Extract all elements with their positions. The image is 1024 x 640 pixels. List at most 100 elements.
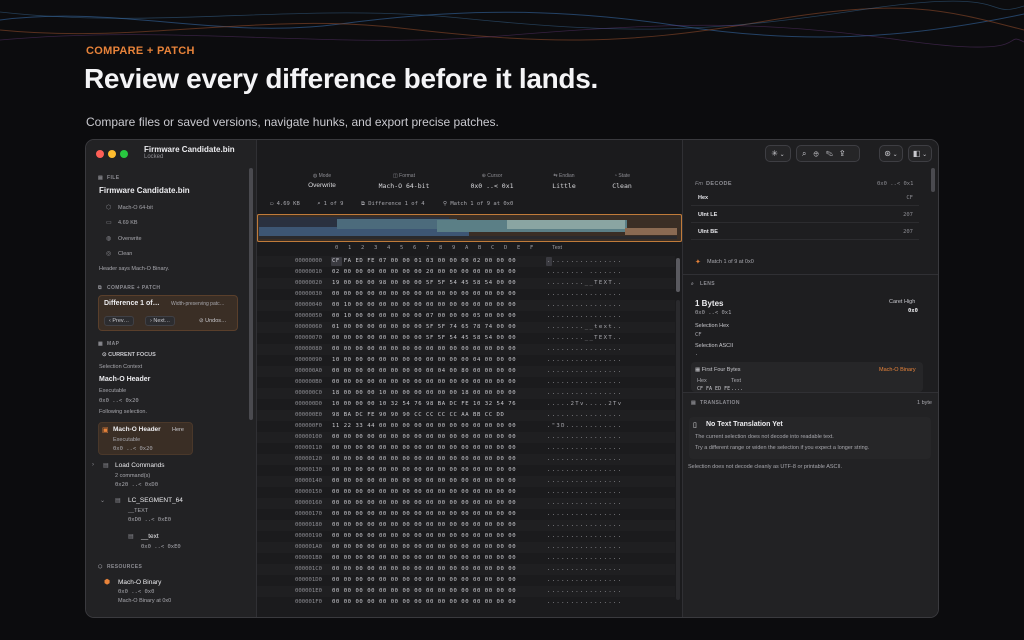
hex-row[interactable]: 00000170 00 00 00 00 00 00 00 00 00 00 00… xyxy=(257,509,675,520)
hex-row[interactable]: 00000090 10 00 00 00 00 00 00 00 00 00 00… xyxy=(257,355,675,366)
hex-ascii[interactable]: ................ xyxy=(547,542,622,553)
hex-row[interactable]: 00000110 00 00 00 00 00 00 00 00 00 00 00… xyxy=(257,443,675,454)
hex-row[interactable]: 000001B0 00 00 00 00 00 00 00 00 00 00 00… xyxy=(257,553,675,564)
minimize-window-button[interactable] xyxy=(108,150,116,158)
undo-button[interactable]: ⊘ Undos… xyxy=(199,318,227,324)
hex-bytes[interactable]: 10 00 00 00 10 32 54 76 98 BA DC FE 10 3… xyxy=(332,399,532,410)
hex-row[interactable]: 00000070 00 00 00 00 00 00 00 00 5F 5F 54… xyxy=(257,333,675,344)
hex-ascii[interactable]: ................ xyxy=(547,597,622,608)
hex-bytes[interactable]: 00 00 00 00 00 00 00 00 00 00 00 00 00 0… xyxy=(332,531,532,542)
hex-row[interactable]: 00000140 00 00 00 00 00 00 00 00 00 00 00… xyxy=(257,476,675,487)
hex-row[interactable]: 000000C0 18 00 00 00 10 00 00 00 00 00 00… xyxy=(257,388,675,399)
hex-ascii[interactable]: ........__TEXT.. xyxy=(547,278,622,289)
hex-row[interactable]: 000000D0 10 00 00 00 10 32 54 76 98 BA DC… xyxy=(257,399,675,410)
hex-bytes[interactable]: 18 00 00 00 10 00 00 00 00 00 00 18 00 0… xyxy=(332,388,532,399)
hex-bytes[interactable]: 00 00 00 00 00 00 00 00 00 00 00 00 00 0… xyxy=(332,289,532,300)
hex-ascii[interactable]: ................ xyxy=(547,300,622,311)
hex-bytes[interactable]: 00 00 00 00 00 00 00 00 00 00 00 00 00 0… xyxy=(332,344,532,355)
hex-ascii[interactable]: ................ xyxy=(547,388,622,399)
hex-ascii[interactable]: .....2Tv.....2Tv xyxy=(547,399,622,410)
section-item[interactable]: __text xyxy=(141,533,159,540)
hex-row[interactable]: 000001F0 00 00 00 00 00 00 00 00 00 00 00… xyxy=(257,597,675,608)
crosshair-icon[interactable]: ⊕ xyxy=(813,149,825,158)
hex-row[interactable]: 00000080 00 00 00 00 00 00 00 00 00 00 00… xyxy=(257,344,675,355)
hex-bytes[interactable]: 00 00 00 00 00 00 00 00 00 00 00 00 00 0… xyxy=(332,443,532,454)
spinner-menu-button[interactable]: ✳ ⌄ xyxy=(765,145,791,162)
hex-ascii[interactable]: ................ xyxy=(547,487,622,498)
load-commands-item[interactable]: Load Commands xyxy=(115,462,165,469)
chevron-right-icon[interactable]: › xyxy=(92,462,94,468)
hex-ascii[interactable]: ................ xyxy=(547,344,622,355)
hex-bytes[interactable]: 00 00 00 00 00 00 00 00 00 00 00 00 00 0… xyxy=(332,586,532,597)
hex-ascii[interactable]: ................ xyxy=(547,553,622,564)
hex-bytes[interactable]: CF FA ED FE 07 00 00 01 03 00 00 00 02 0… xyxy=(332,256,532,267)
hex-bytes[interactable]: 00 00 00 00 00 00 00 00 00 00 00 00 00 0… xyxy=(332,575,532,586)
hex-row[interactable]: 00000120 00 00 00 00 00 00 00 00 00 00 00… xyxy=(257,454,675,465)
share-icon[interactable]: ⇪ xyxy=(840,149,852,158)
hex-row[interactable]: 00000150 00 00 00 00 00 00 00 00 00 00 00… xyxy=(257,487,675,498)
hex-row[interactable]: 00000050 00 10 00 00 00 00 00 00 07 00 00… xyxy=(257,311,675,322)
hex-row[interactable]: 00000010 02 00 00 00 00 00 00 00 20 00 00… xyxy=(257,267,675,278)
hex-bytes[interactable]: 00 00 00 00 00 00 00 00 00 00 00 00 00 0… xyxy=(332,465,532,476)
hex-bytes[interactable]: 11 22 33 44 00 00 00 00 00 00 00 00 00 0… xyxy=(332,421,532,432)
hex-ascii[interactable]: ................ xyxy=(547,366,622,377)
next-difference-button[interactable]: › Next… xyxy=(145,316,176,326)
hex-bytes[interactable]: 00 00 00 00 00 00 00 00 00 00 00 00 00 0… xyxy=(332,509,532,520)
zoom-window-button[interactable] xyxy=(120,150,128,158)
inspector-scrollbar[interactable] xyxy=(931,168,935,192)
hex-row[interactable]: 00000130 00 00 00 00 00 00 00 00 00 00 00… xyxy=(257,465,675,476)
hex-row[interactable]: 00000180 00 00 00 00 00 00 00 00 00 00 00… xyxy=(257,520,675,531)
sidebar-scrollbar[interactable] xyxy=(249,168,253,420)
hex-ascii[interactable]: ................ xyxy=(547,256,622,267)
hex-ascii[interactable]: ................ xyxy=(547,410,622,421)
hex-ascii[interactable]: ................ xyxy=(547,355,622,366)
hex-row[interactable]: 000001C0 00 00 00 00 00 00 00 00 00 00 00… xyxy=(257,564,675,575)
hex-bytes[interactable]: 01 00 00 00 00 00 00 00 5F 5F 74 65 78 7… xyxy=(332,322,532,333)
hex-bytes[interactable]: 19 00 00 00 98 00 00 00 5F 5F 54 45 58 5… xyxy=(332,278,532,289)
pen-icon[interactable]: ✎ xyxy=(826,149,840,158)
hex-bytes[interactable]: 00 10 00 00 00 00 00 00 07 00 00 00 05 0… xyxy=(332,311,532,322)
hex-scroll-track[interactable] xyxy=(676,300,680,600)
prev-difference-button[interactable]: ‹ Prev… xyxy=(104,316,135,326)
hex-scrollbar[interactable] xyxy=(676,258,680,292)
hex-ascii[interactable]: ................ xyxy=(547,564,622,575)
status-match[interactable]: ⚲ Match 1 of 9 at 0x0 xyxy=(443,201,513,207)
patch-menu-button[interactable]: ⊛ ⌄ xyxy=(879,145,903,162)
segment-item[interactable]: LC_SEGMENT_64 xyxy=(128,497,183,504)
hex-bytes[interactable]: 02 00 00 00 00 00 00 00 20 00 00 00 00 0… xyxy=(332,267,532,278)
hex-bytes[interactable]: 10 00 00 00 00 00 00 00 00 00 00 00 04 0… xyxy=(332,355,532,366)
hex-bytes[interactable]: 00 00 00 00 00 00 00 00 00 00 00 00 00 0… xyxy=(332,432,532,443)
hex-ascii[interactable]: ................ xyxy=(547,443,622,454)
hex-row[interactable]: 000000E0 98 BA DC FE 90 90 90 CC CC CC CC… xyxy=(257,410,675,421)
hex-bytes[interactable]: 00 00 00 00 00 00 00 00 00 00 00 00 00 0… xyxy=(332,476,532,487)
hex-row[interactable]: 00000040 00 10 00 00 00 00 00 00 00 00 00… xyxy=(257,300,675,311)
hex-bytes[interactable]: 00 00 00 00 00 00 00 00 00 00 00 00 00 0… xyxy=(332,553,532,564)
hex-ascii[interactable]: ................ xyxy=(547,465,622,476)
hex-row[interactable]: 00000060 01 00 00 00 00 00 00 00 5F 5F 74… xyxy=(257,322,675,333)
hex-ascii[interactable]: ........ ....... xyxy=(547,267,622,278)
hex-bytes[interactable]: 00 10 00 00 00 00 00 00 00 00 00 00 00 0… xyxy=(332,300,532,311)
focus-card-mach-o-header[interactable]: ▣ Mach-O Header Here Executable 0x0 ..< … xyxy=(98,422,193,455)
hex-bytes[interactable]: 00 00 00 00 00 00 00 00 00 00 00 00 00 0… xyxy=(332,377,532,388)
hex-ascii[interactable]: ................ xyxy=(547,520,622,531)
hex-row[interactable]: 00000020 19 00 00 00 98 00 00 00 5F 5F 54… xyxy=(257,278,675,289)
resource-item[interactable]: Mach-O Binary xyxy=(118,579,161,586)
hex-ascii[interactable]: ................ xyxy=(547,575,622,586)
hex-row[interactable]: 000001D0 00 00 00 00 00 00 00 00 00 00 00… xyxy=(257,575,675,586)
hex-bytes[interactable]: 00 00 00 00 00 00 00 00 5F 5F 54 45 58 5… xyxy=(332,333,532,344)
hex-row[interactable]: 000001A0 00 00 00 00 00 00 00 00 00 00 00… xyxy=(257,542,675,553)
chevron-down-icon[interactable]: ⌄ xyxy=(100,497,105,504)
hex-ascii[interactable]: ................ xyxy=(547,454,622,465)
status-search[interactable]: ⌕ 1 of 9 xyxy=(317,201,344,207)
hex-bytes[interactable]: 98 BA DC FE 90 90 90 CC CC CC CC AA BB C… xyxy=(332,410,532,421)
compare-card[interactable]: Difference 1 of… Width-preserving patc… … xyxy=(98,295,238,331)
hex-ascii[interactable]: ................ xyxy=(547,509,622,520)
hex-ascii[interactable]: ................ xyxy=(547,476,622,487)
hex-bytes[interactable]: 00 00 00 00 00 00 00 00 00 00 00 00 00 0… xyxy=(332,454,532,465)
hex-ascii[interactable]: ................ xyxy=(547,498,622,509)
hex-ascii[interactable]: ................ xyxy=(547,531,622,542)
hex-bytes[interactable]: 00 00 00 00 00 00 00 00 00 04 00 80 00 0… xyxy=(332,366,532,377)
hex-ascii[interactable]: ................ xyxy=(547,311,622,322)
hex-ascii[interactable]: ................ xyxy=(547,586,622,597)
hex-ascii[interactable]: ."3D............ xyxy=(547,421,622,432)
